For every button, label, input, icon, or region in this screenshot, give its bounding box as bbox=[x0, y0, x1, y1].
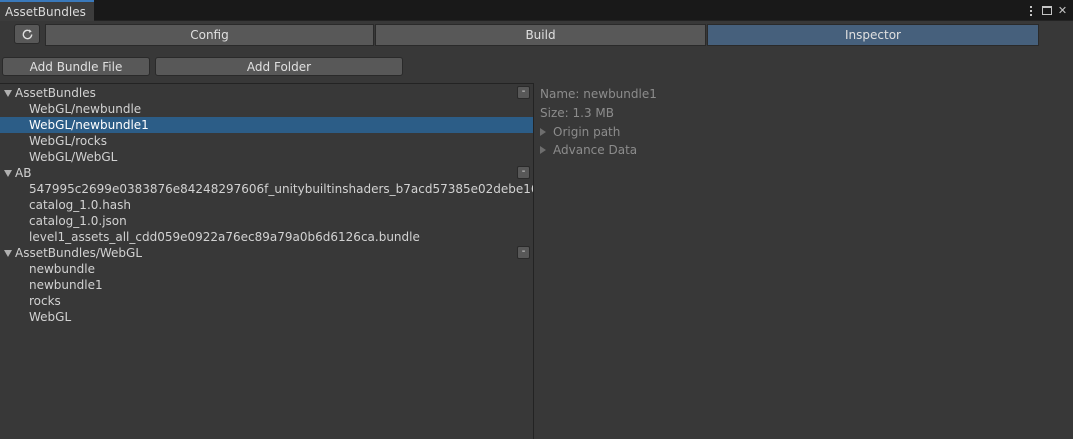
bundle-tree-panel: AssetBundles - WebGL/newbundle WebGL/new… bbox=[0, 83, 534, 439]
window-tab-label: AssetBundles bbox=[5, 5, 86, 19]
tree-group-label: AB bbox=[15, 166, 32, 180]
tree-item[interactable]: WebGL/rocks bbox=[0, 133, 533, 149]
bundle-name-text: Name: newbundle1 bbox=[540, 87, 657, 101]
tree-item-label: 547995c2699e0383876e84248297606f_unitybu… bbox=[29, 182, 533, 196]
tree-item-label: WebGL/WebGL bbox=[29, 150, 118, 164]
tree-item[interactable]: rocks bbox=[0, 293, 533, 309]
tree-item[interactable]: WebGL/WebGL bbox=[0, 149, 533, 165]
origin-path-label: Origin path bbox=[553, 125, 621, 139]
tree-item-label: WebGL bbox=[29, 310, 72, 324]
tab-build-label: Build bbox=[525, 28, 556, 42]
window-titlebar: AssetBundles ✕ bbox=[0, 0, 1073, 21]
expand-arrow-icon[interactable] bbox=[4, 170, 12, 177]
tree-item-label: catalog_1.0.hash bbox=[29, 198, 132, 212]
expand-arrow-icon[interactable] bbox=[4, 250, 12, 257]
tree-group-label: AssetBundles bbox=[15, 86, 96, 100]
advance-data-label: Advance Data bbox=[553, 143, 638, 157]
tree-item[interactable]: WebGL bbox=[0, 309, 533, 325]
tree-item[interactable]: catalog_1.0.json bbox=[0, 213, 533, 229]
tree-group-assetbundles-webgl[interactable]: AssetBundles/WebGL - bbox=[0, 245, 533, 261]
inspector-panel: Name: newbundle1 Size: 1.3 MB Origin pat… bbox=[535, 83, 1073, 439]
tree-item[interactable]: level1_assets_all_cdd059e0922a76ec89a79a… bbox=[0, 229, 533, 245]
refresh-icon bbox=[22, 28, 32, 39]
origin-path-foldout[interactable]: Origin path bbox=[540, 124, 740, 140]
tree-item-label: newbundle bbox=[29, 262, 95, 276]
tree-item-label: rocks bbox=[29, 294, 61, 308]
tab-inspector[interactable]: Inspector bbox=[707, 24, 1039, 46]
add-folder-label: Add Folder bbox=[246, 59, 312, 74]
foldout-arrow-icon[interactable] bbox=[540, 146, 546, 154]
add-folder-button[interactable]: Add Folder bbox=[155, 57, 403, 76]
tree-item[interactable]: WebGL/newbundle bbox=[0, 101, 533, 117]
tree-item-label: WebGL/newbundle bbox=[29, 102, 142, 116]
window-controls: ✕ bbox=[1024, 3, 1069, 18]
tab-build[interactable]: Build bbox=[375, 24, 706, 46]
tab-config[interactable]: Config bbox=[45, 24, 374, 46]
collapse-button[interactable]: - bbox=[517, 86, 530, 99]
tree-item-label: WebGL/newbundle1 bbox=[29, 118, 149, 132]
refresh-button[interactable] bbox=[14, 24, 40, 44]
maximize-icon[interactable] bbox=[1040, 4, 1053, 18]
tab-inspector-label: Inspector bbox=[845, 28, 901, 42]
tree-group-assetbundles[interactable]: AssetBundles - bbox=[0, 85, 533, 101]
close-icon[interactable]: ✕ bbox=[1056, 4, 1069, 18]
add-bundle-file-button[interactable]: Add Bundle File bbox=[2, 57, 150, 76]
collapse-button[interactable]: - bbox=[517, 166, 530, 179]
tree-item[interactable]: catalog_1.0.hash bbox=[0, 197, 533, 213]
tree-item[interactable]: 547995c2699e0383876e84248297606f_unitybu… bbox=[0, 181, 533, 197]
bundle-size-text: Size: 1.3 MB bbox=[540, 106, 614, 120]
toolbar: Config Build Inspector bbox=[0, 22, 1073, 50]
tree-item[interactable]: newbundle1 bbox=[0, 277, 533, 293]
tree-item-selected[interactable]: WebGL/newbundle1 bbox=[0, 117, 533, 133]
collapse-button[interactable]: - bbox=[517, 246, 530, 259]
expand-arrow-icon[interactable] bbox=[4, 90, 12, 97]
tree-group-label: AssetBundles/WebGL bbox=[15, 246, 143, 260]
menu-dots-icon[interactable] bbox=[1024, 4, 1037, 18]
tree-item[interactable]: newbundle bbox=[0, 261, 533, 277]
tree-item-label: WebGL/rocks bbox=[29, 134, 107, 148]
advance-data-foldout[interactable]: Advance Data bbox=[540, 142, 740, 158]
tree-item-label: level1_assets_all_cdd059e0922a76ec89a79a… bbox=[29, 230, 420, 244]
window-tab-assetbundles[interactable]: AssetBundles bbox=[0, 0, 94, 21]
tree-item-label: catalog_1.0.json bbox=[29, 214, 127, 228]
tree-item-label: newbundle1 bbox=[29, 278, 103, 292]
tab-config-label: Config bbox=[190, 28, 229, 42]
tree-group-ab[interactable]: AB - bbox=[0, 165, 533, 181]
foldout-arrow-icon[interactable] bbox=[540, 128, 546, 136]
add-bundle-file-label: Add Bundle File bbox=[29, 59, 123, 74]
